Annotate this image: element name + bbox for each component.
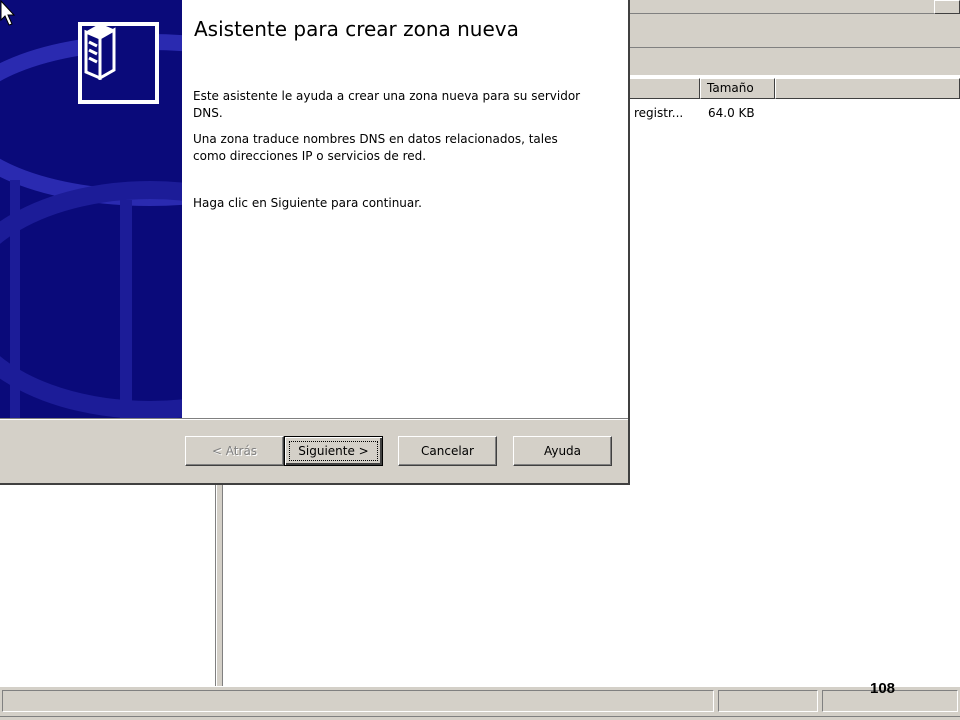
console-title-strip: [628, 0, 960, 14]
cancel-button[interactable]: Cancelar: [398, 436, 497, 466]
wizard-content-panel: Asistente para crear zona nueva Este asi…: [182, 0, 628, 418]
wizard-separator: [0, 418, 628, 420]
page-number: 108: [870, 680, 896, 697]
console-tree-pane: [0, 484, 216, 686]
bottom-edge: [0, 716, 960, 720]
console-window-button[interactable]: [934, 0, 960, 14]
column-header-name[interactable]: [628, 78, 700, 99]
wizard-continue-instruction: Haga clic en Siguiente para continuar.: [193, 196, 422, 210]
status-segment-main: [2, 690, 714, 712]
wizard-zone-description: Una zona traduce nombres DNS en datos re…: [193, 132, 558, 163]
details-list-header: Tamaño: [628, 78, 960, 99]
pane-splitter[interactable]: [216, 484, 223, 686]
console-toolbar: [628, 48, 960, 76]
mouse-pointer-icon: [0, 0, 16, 26]
server-icon: [78, 22, 159, 104]
column-header-size[interactable]: Tamaño: [700, 78, 775, 99]
wizard-intro-text: Este asistente le ayuda a crear una zona…: [193, 89, 581, 120]
row-name-cell: registr...: [634, 106, 684, 120]
column-header-size-label: Tamaño: [707, 81, 754, 95]
console-menu-bar: [628, 14, 960, 48]
next-button[interactable]: Siguiente >: [284, 436, 383, 466]
wizard-banner: [0, 0, 182, 418]
wizard-title: Asistente para crear zona nueva: [194, 17, 519, 41]
row-size-cell: 64.0 KB: [708, 106, 755, 120]
status-segment-2: [718, 690, 818, 712]
new-zone-wizard-dialog: Asistente para crear zona nueva Este asi…: [0, 0, 630, 485]
help-button[interactable]: Ayuda: [513, 436, 612, 466]
help-button-label: Ayuda: [543, 444, 582, 458]
back-button-label: < Atrás: [211, 444, 258, 458]
table-row[interactable]: registr... 64.0 KB: [628, 106, 960, 124]
status-bar: [0, 686, 960, 720]
back-button[interactable]: < Atrás: [185, 436, 284, 466]
cancel-button-label: Cancelar: [421, 444, 474, 458]
column-header-empty[interactable]: [775, 78, 960, 99]
focus-rectangle: [289, 441, 378, 461]
